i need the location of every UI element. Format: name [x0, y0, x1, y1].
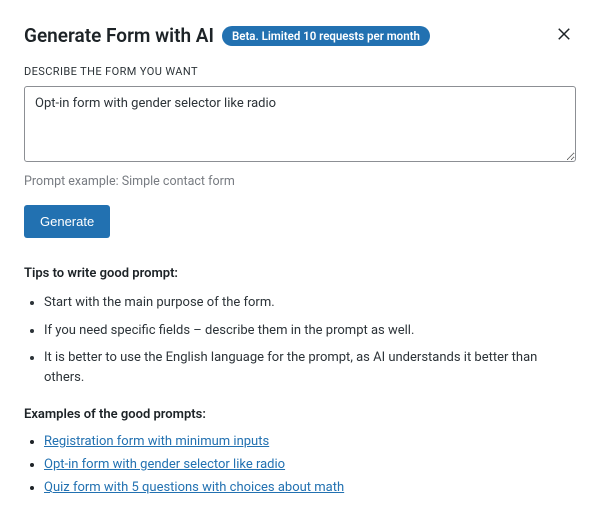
tips-section: Tips to write good prompt: Start with th…: [24, 266, 576, 495]
title-wrap: Generate Form with AI Beta. Limited 10 r…: [24, 24, 430, 47]
tips-list: Start with the main purpose of the form.…: [24, 293, 576, 387]
tips-item: Start with the main purpose of the form.: [44, 293, 576, 313]
beta-badge: Beta. Limited 10 requests per month: [222, 26, 430, 46]
close-icon: [555, 25, 573, 43]
modal-title: Generate Form with AI: [24, 24, 214, 47]
tips-item: If you need specific fields – describe t…: [44, 321, 576, 341]
example-link[interactable]: Quiz form with 5 questions with choices …: [44, 480, 344, 495]
close-button[interactable]: [552, 22, 576, 46]
tips-item: It is better to use the English language…: [44, 348, 576, 387]
example-item: Registration form with minimum inputs: [44, 434, 576, 449]
example-link[interactable]: Registration form with minimum inputs: [44, 434, 269, 449]
example-item: Quiz form with 5 questions with choices …: [44, 480, 576, 495]
example-item: Opt-in form with gender selector like ra…: [44, 457, 576, 472]
modal-header: Generate Form with AI Beta. Limited 10 r…: [24, 24, 576, 47]
tips-title: Tips to write good prompt:: [24, 266, 576, 281]
prompt-textarea[interactable]: [24, 86, 576, 162]
example-link[interactable]: Opt-in form with gender selector like ra…: [44, 457, 285, 472]
prompt-hint: Prompt example: Simple contact form: [24, 174, 576, 189]
textarea-label: DESCRIBE THE FORM YOU WANT: [24, 65, 576, 78]
examples-list: Registration form with minimum inputs Op…: [24, 434, 576, 495]
generate-button[interactable]: Generate: [24, 205, 110, 238]
form-section: DESCRIBE THE FORM YOU WANT Prompt exampl…: [24, 65, 576, 238]
modal-container: Generate Form with AI Beta. Limited 10 r…: [0, 0, 600, 519]
examples-title: Examples of the good prompts:: [24, 407, 576, 422]
